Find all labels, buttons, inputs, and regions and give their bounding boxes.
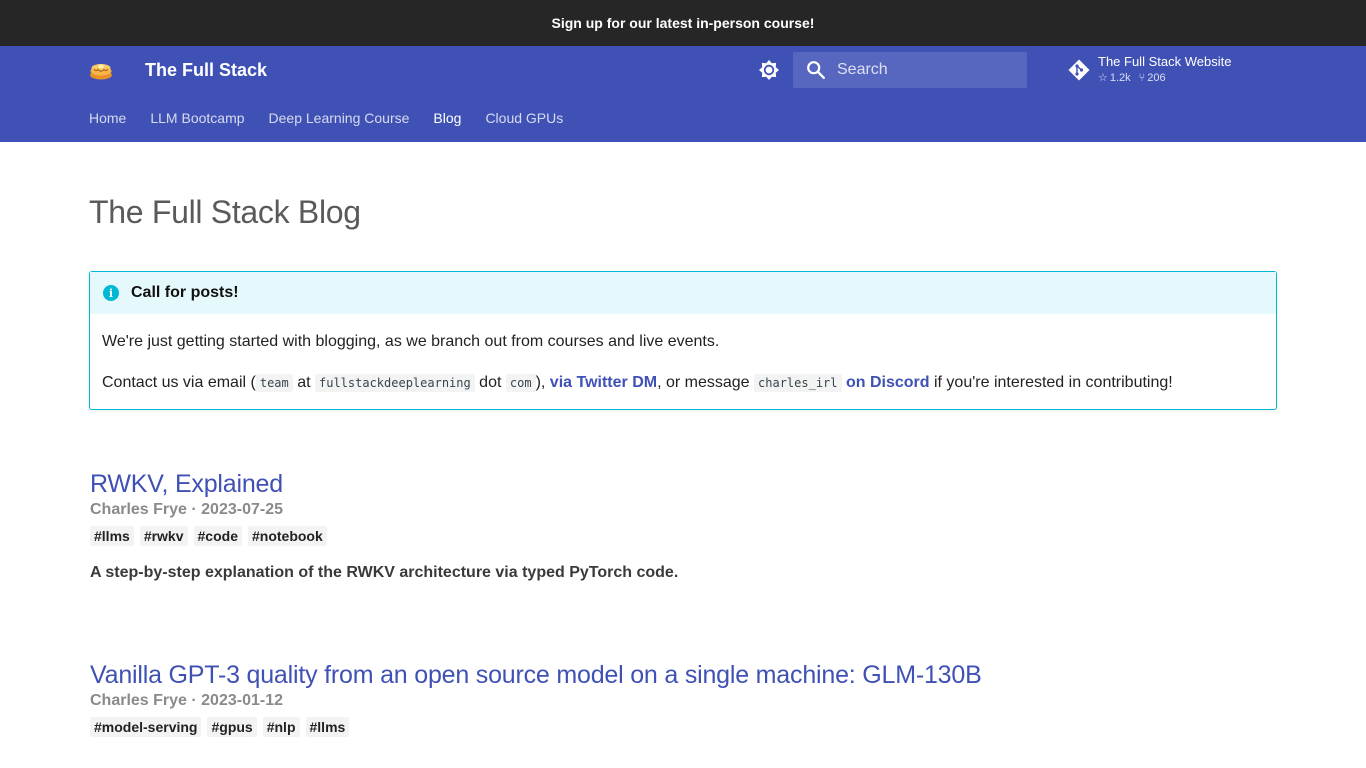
tab-cloud-gpus[interactable]: Cloud GPUs <box>485 110 563 126</box>
tab-blog[interactable]: Blog <box>433 110 461 126</box>
discord-handle-code: charles_irl <box>754 374 842 392</box>
tag[interactable]: #llms <box>305 717 350 737</box>
post-title-link[interactable]: Vanilla GPT-3 quality from an open sourc… <box>90 661 982 690</box>
callout-text: at <box>297 374 311 391</box>
callout-text: ), <box>535 374 546 391</box>
twitter-dm-link[interactable]: via Twitter DM <box>550 374 657 391</box>
call-for-posts-callout: i Call for posts! We're just getting sta… <box>89 271 1277 410</box>
search-input[interactable] <box>837 61 1007 79</box>
tag[interactable]: #gpus <box>207 717 257 737</box>
tab-home[interactable]: Home <box>89 110 126 126</box>
fork-icon: ⑂ <box>1138 72 1146 84</box>
post-description: A step-by-step explanation of the RWKV a… <box>90 564 679 581</box>
tag[interactable]: #llms <box>90 526 134 546</box>
post-meta: Charles Frye · 2023-07-25 <box>90 501 283 518</box>
tag[interactable]: #rwkv <box>139 526 188 546</box>
callout-title-bar: i Call for posts! <box>90 272 1276 314</box>
post-tags: #model-serving #gpus #nlp #llms <box>90 717 982 737</box>
header-top-bar: The Full Stack The Full Stack <box>0 46 1366 96</box>
tab-llm-bootcamp[interactable]: LLM Bootcamp <box>150 110 244 126</box>
search-icon <box>807 61 825 79</box>
announcement-text[interactable]: Sign up for our latest in-person course! <box>552 15 815 31</box>
callout-line-1: We're just getting started with blogging… <box>102 333 720 350</box>
email-tld-code: com <box>505 374 536 392</box>
email-domain-code: fullstackdeeplearning <box>315 374 475 392</box>
callout-body: We're just getting started with blogging… <box>90 314 1276 409</box>
tag[interactable]: #code <box>193 526 242 546</box>
repo-stars-count: 1.2k <box>1109 72 1131 84</box>
page-title: The Full Stack Blog <box>89 194 361 230</box>
repo-name: The Full Stack Website <box>1098 54 1232 69</box>
callout-text: dot <box>479 374 502 391</box>
tab-deep-learning-course[interactable]: Deep Learning Course <box>269 110 410 126</box>
site-title[interactable]: The Full Stack <box>145 60 267 81</box>
post-tags: #llms #rwkv #code #notebook <box>90 526 678 546</box>
post-title-link[interactable]: RWKV, Explained <box>90 470 678 499</box>
info-icon: i <box>103 285 119 301</box>
callout-title: Call for posts! <box>131 284 239 301</box>
callout-text: , or message <box>657 374 750 391</box>
repo-stars: ☆ 1.2k <box>1098 71 1131 85</box>
callout-line-2: Contact us via email (team at fullstackd… <box>102 371 1264 395</box>
discord-link[interactable]: on Discord <box>846 374 930 391</box>
email-user-code: team <box>255 374 293 392</box>
callout-text: if you're interested in contributing! <box>933 374 1173 391</box>
tag[interactable]: #model-serving <box>90 717 202 737</box>
repo-link[interactable]: The Full Stack Website ☆ 1.2k ⑂ 206 <box>1067 54 1231 85</box>
search-box[interactable] <box>793 52 1027 88</box>
star-icon: ☆ <box>1098 72 1108 84</box>
main-content: The Full Stack Blog i Call for posts! We… <box>89 142 1277 737</box>
pancake-stack-logo[interactable] <box>89 58 113 82</box>
repo-forks: ⑂ 206 <box>1139 71 1166 85</box>
callout-text: Contact us via email ( <box>102 374 256 391</box>
tag[interactable]: #nlp <box>262 717 300 737</box>
announcement-banner: Sign up for our latest in-person course! <box>0 0 1366 46</box>
nav-tabs: Home LLM Bootcamp Deep Learning Course B… <box>89 110 563 126</box>
tag[interactable]: #notebook <box>247 526 327 546</box>
repo-forks-count: 206 <box>1147 72 1166 84</box>
repo-facts: ☆ 1.2k ⑂ 206 <box>1098 71 1231 85</box>
site-header: The Full Stack The Full Stack <box>0 46 1366 142</box>
git-icon <box>1068 59 1090 81</box>
repo-info: The Full Stack Website ☆ 1.2k ⑂ 206 <box>1098 54 1231 85</box>
post-item: RWKV, Explained Charles Frye · 2023-07-2… <box>90 470 678 582</box>
brightness-icon[interactable] <box>757 58 781 82</box>
post-item: Vanilla GPT-3 quality from an open sourc… <box>90 661 982 737</box>
post-meta: Charles Frye · 2023-01-12 <box>90 692 283 709</box>
